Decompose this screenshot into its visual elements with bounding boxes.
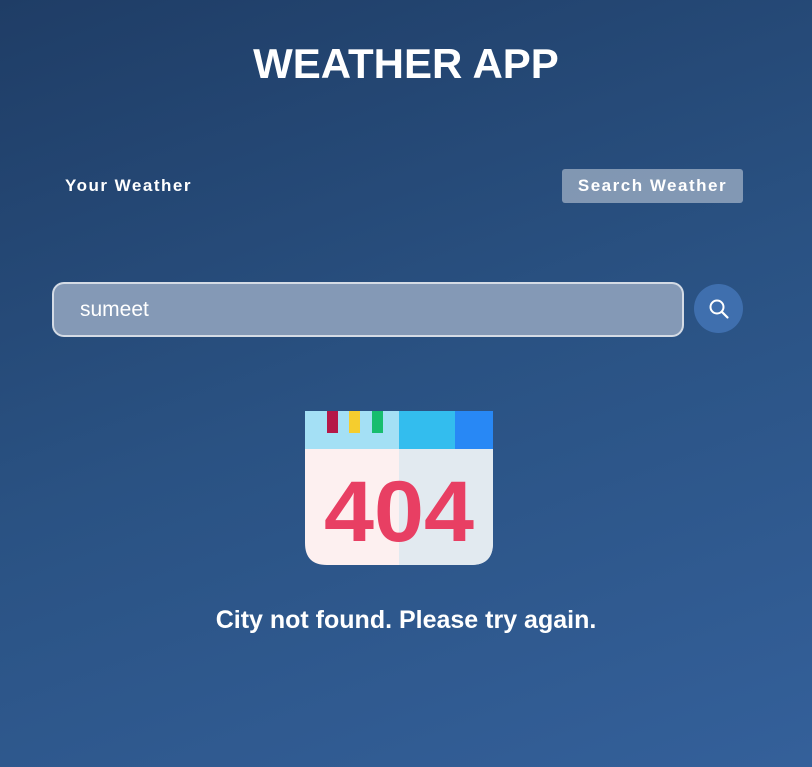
- tab-your-weather[interactable]: Your Weather: [55, 169, 202, 203]
- calendar-404-icon: 404: [305, 411, 493, 565]
- error-image-text: 404: [324, 464, 474, 560]
- error-message: City not found. Please try again.: [215, 606, 597, 634]
- tab-search-weather[interactable]: Search Weather: [562, 169, 743, 203]
- app-title: WEATHER APP: [253, 40, 559, 87]
- search-button[interactable]: [694, 284, 743, 333]
- search-input[interactable]: [52, 282, 684, 337]
- search-icon: [709, 299, 729, 319]
